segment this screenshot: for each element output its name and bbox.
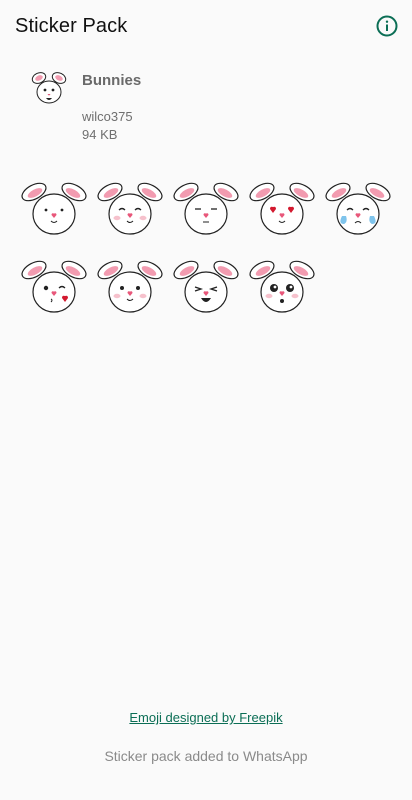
bunny-surprised-icon xyxy=(249,260,315,313)
bunny-happy-icon xyxy=(97,182,163,235)
bunny-love-icon xyxy=(249,182,315,235)
app-bar: Sticker Pack xyxy=(0,0,412,52)
bunny-smile-icon xyxy=(97,260,163,313)
bunny-tray-icon xyxy=(31,72,67,104)
freepik-credit-link[interactable]: Emoji designed by Freepik xyxy=(0,710,412,725)
page-title: Sticker Pack xyxy=(15,15,128,37)
sticker-crying[interactable] xyxy=(324,178,392,236)
bunny-wink-kiss-icon xyxy=(21,260,87,313)
sticker-laugh[interactable] xyxy=(172,256,240,314)
pack-header: Bunnies wilco375 94 KB xyxy=(0,62,412,152)
bunny-calm-icon xyxy=(173,182,239,235)
sticker-love[interactable] xyxy=(248,178,316,236)
pack-tray-icon xyxy=(29,70,69,106)
info-button[interactable] xyxy=(376,15,398,37)
pack-publisher: wilco375 xyxy=(82,109,133,124)
sticker-plain[interactable] xyxy=(20,178,88,236)
sticker-smile[interactable] xyxy=(96,256,164,314)
sticker-calm[interactable] xyxy=(172,178,240,236)
info-circle-icon xyxy=(376,15,398,37)
bunny-crying-icon xyxy=(325,182,391,235)
sticker-wink-kiss[interactable] xyxy=(20,256,88,314)
sticker-happy[interactable] xyxy=(96,178,164,236)
bunny-laugh-icon xyxy=(173,260,239,313)
pack-name: Bunnies xyxy=(82,72,142,89)
pack-size: 94 KB xyxy=(82,127,118,142)
sticker-surprised[interactable] xyxy=(248,256,316,314)
status-text: Sticker pack added to WhatsApp xyxy=(104,748,308,764)
bunny-plain-icon xyxy=(21,182,87,235)
